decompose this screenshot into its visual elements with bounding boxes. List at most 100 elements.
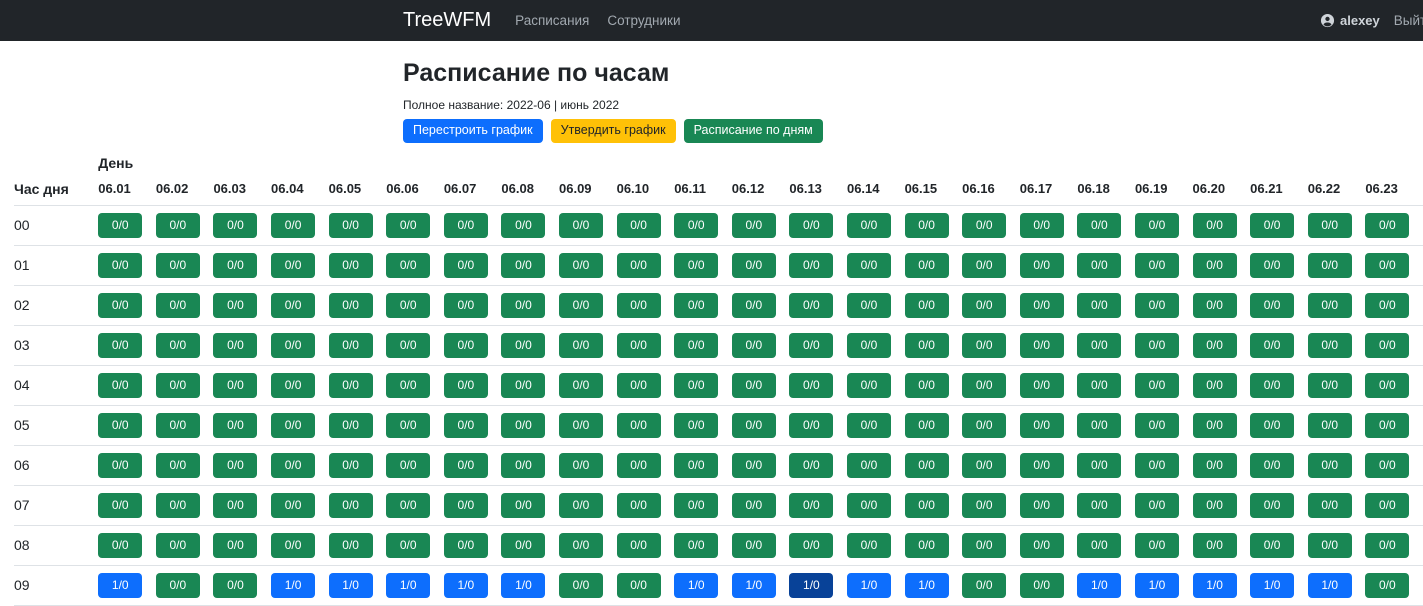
schedule-cell-button[interactable]: 1/0 [789,572,834,598]
schedule-cell-button[interactable]: 1/0 [443,572,488,598]
schedule-cell-button[interactable]: 0/0 [98,492,143,518]
schedule-cell-button[interactable]: 0/0 [616,292,661,318]
schedule-cell-button[interactable]: 0/0 [386,452,431,478]
schedule-cell-button[interactable]: 0/0 [559,532,603,558]
schedule-cell-button[interactable]: 0/0 [1019,252,1064,278]
rebuild-schedule-button[interactable]: Перестроить график [403,119,543,143]
schedule-cell-button[interactable]: 0/0 [443,372,488,398]
schedule-cell-button[interactable]: 0/0 [271,412,316,438]
schedule-cell-button[interactable]: 0/0 [1365,452,1410,478]
schedule-cell-button[interactable]: 0/0 [501,252,546,278]
schedule-cell-button[interactable]: 0/0 [1019,212,1064,238]
schedule-cell-button[interactable]: 0/0 [674,412,719,438]
schedule-cell-button[interactable]: 0/0 [155,492,200,518]
schedule-cell-button[interactable]: 0/0 [962,372,1007,398]
schedule-cell-button[interactable]: 0/0 [271,492,316,518]
schedule-cell-button[interactable]: 0/0 [1365,372,1410,398]
schedule-cell-button[interactable]: 0/0 [789,292,834,318]
schedule-cell-button[interactable]: 1/0 [271,572,316,598]
schedule-cell-button[interactable]: 0/0 [1250,212,1295,238]
schedule-cell-button[interactable]: 0/0 [271,212,316,238]
schedule-cell-button[interactable]: 0/0 [1134,252,1179,278]
schedule-cell-button[interactable]: 0/0 [1134,332,1179,358]
schedule-cell-button[interactable]: 0/0 [904,252,949,278]
schedule-cell-button[interactable]: 0/0 [386,372,431,398]
schedule-cell-button[interactable]: 0/0 [443,252,488,278]
schedule-cell-button[interactable]: 1/0 [501,572,546,598]
schedule-cell-button[interactable]: 0/0 [559,252,603,278]
schedule-cell-button[interactable]: 0/0 [1365,212,1410,238]
schedule-cell-button[interactable]: 0/0 [616,212,661,238]
schedule-cell-button[interactable]: 0/0 [1365,332,1410,358]
nav-link-schedules[interactable]: Расписания [515,13,589,28]
schedule-cell-button[interactable]: 0/0 [1019,332,1064,358]
schedule-cell-button[interactable]: 0/0 [1134,412,1179,438]
schedule-cell-button[interactable]: 0/0 [674,292,719,318]
schedule-cell-button[interactable]: 0/0 [904,212,949,238]
schedule-cell-button[interactable]: 0/0 [386,532,431,558]
schedule-cell-button[interactable]: 1/0 [1134,572,1179,598]
schedule-cell-button[interactable]: 0/0 [386,292,431,318]
schedule-cell-button[interactable]: 1/0 [386,572,431,598]
schedule-cell-button[interactable]: 0/0 [1365,252,1410,278]
schedule-cell-button[interactable]: 0/0 [213,492,258,518]
schedule-cell-button[interactable]: 0/0 [559,452,603,478]
schedule-cell-button[interactable]: 0/0 [155,452,200,478]
schedule-cell-button[interactable]: 0/0 [731,372,776,398]
schedule-cell-button[interactable]: 0/0 [1019,572,1064,598]
schedule-cell-button[interactable]: 0/0 [731,292,776,318]
schedule-cell-button[interactable]: 0/0 [1077,292,1122,318]
schedule-cell-button[interactable]: 0/0 [616,492,661,518]
schedule-cell-button[interactable]: 0/0 [98,532,143,558]
schedule-cell-button[interactable]: 0/0 [213,452,258,478]
schedule-cell-button[interactable]: 0/0 [1077,532,1122,558]
schedule-cell-button[interactable]: 0/0 [443,212,488,238]
schedule-cell-button[interactable]: 0/0 [328,252,373,278]
schedule-cell-button[interactable]: 0/0 [271,452,316,478]
schedule-cell-button[interactable]: 0/0 [501,332,546,358]
brand-link[interactable]: TreeWFM [403,9,491,32]
schedule-cell-button[interactable]: 1/0 [1307,572,1352,598]
schedule-cell-button[interactable]: 0/0 [386,332,431,358]
schedule-cell-button[interactable]: 0/0 [559,492,603,518]
schedule-cell-button[interactable]: 0/0 [328,292,373,318]
schedule-cell-button[interactable]: 0/0 [559,292,603,318]
schedule-cell-button[interactable]: 0/0 [155,252,200,278]
schedule-cell-button[interactable]: 1/0 [1192,572,1237,598]
schedule-cell-button[interactable]: 0/0 [616,372,661,398]
schedule-cell-button[interactable]: 0/0 [674,252,719,278]
schedule-cell-button[interactable]: 0/0 [328,212,373,238]
schedule-cell-button[interactable]: 1/0 [731,572,776,598]
schedule-cell-button[interactable]: 0/0 [789,452,834,478]
schedule-cell-button[interactable]: 0/0 [559,332,603,358]
schedule-cell-button[interactable]: 0/0 [846,492,891,518]
schedule-cell-button[interactable]: 0/0 [271,372,316,398]
schedule-cell-button[interactable]: 0/0 [846,332,891,358]
schedule-cell-button[interactable]: 0/0 [559,572,603,598]
schedule-cell-button[interactable]: 0/0 [1134,452,1179,478]
schedule-cell-button[interactable]: 0/0 [904,412,949,438]
schedule-cell-button[interactable]: 0/0 [616,452,661,478]
schedule-cell-button[interactable]: 1/0 [674,572,719,598]
schedule-cell-button[interactable]: 0/0 [1307,452,1352,478]
schedule-cell-button[interactable]: 0/0 [789,332,834,358]
schedule-cell-button[interactable]: 0/0 [155,412,200,438]
schedule-cell-button[interactable]: 0/0 [328,372,373,398]
schedule-cell-button[interactable]: 0/0 [1250,332,1295,358]
schedule-cell-button[interactable]: 1/0 [904,572,949,598]
schedule-cell-button[interactable]: 0/0 [1019,532,1064,558]
schedule-cell-button[interactable]: 0/0 [1192,332,1237,358]
schedule-cell-button[interactable]: 0/0 [1134,492,1179,518]
schedule-cell-button[interactable]: 0/0 [674,452,719,478]
schedule-cell-button[interactable]: 0/0 [962,452,1007,478]
schedule-cell-button[interactable]: 0/0 [155,532,200,558]
schedule-cell-button[interactable]: 0/0 [1192,412,1237,438]
schedule-cell-button[interactable]: 1/0 [328,572,373,598]
schedule-cell-button[interactable]: 0/0 [1192,252,1237,278]
schedule-cell-button[interactable]: 0/0 [328,532,373,558]
schedule-cell-button[interactable]: 0/0 [904,452,949,478]
schedule-cell-button[interactable]: 0/0 [1307,252,1352,278]
schedule-cell-button[interactable]: 0/0 [386,412,431,438]
schedule-cell-button[interactable]: 0/0 [616,412,661,438]
schedule-cell-button[interactable]: 0/0 [443,452,488,478]
